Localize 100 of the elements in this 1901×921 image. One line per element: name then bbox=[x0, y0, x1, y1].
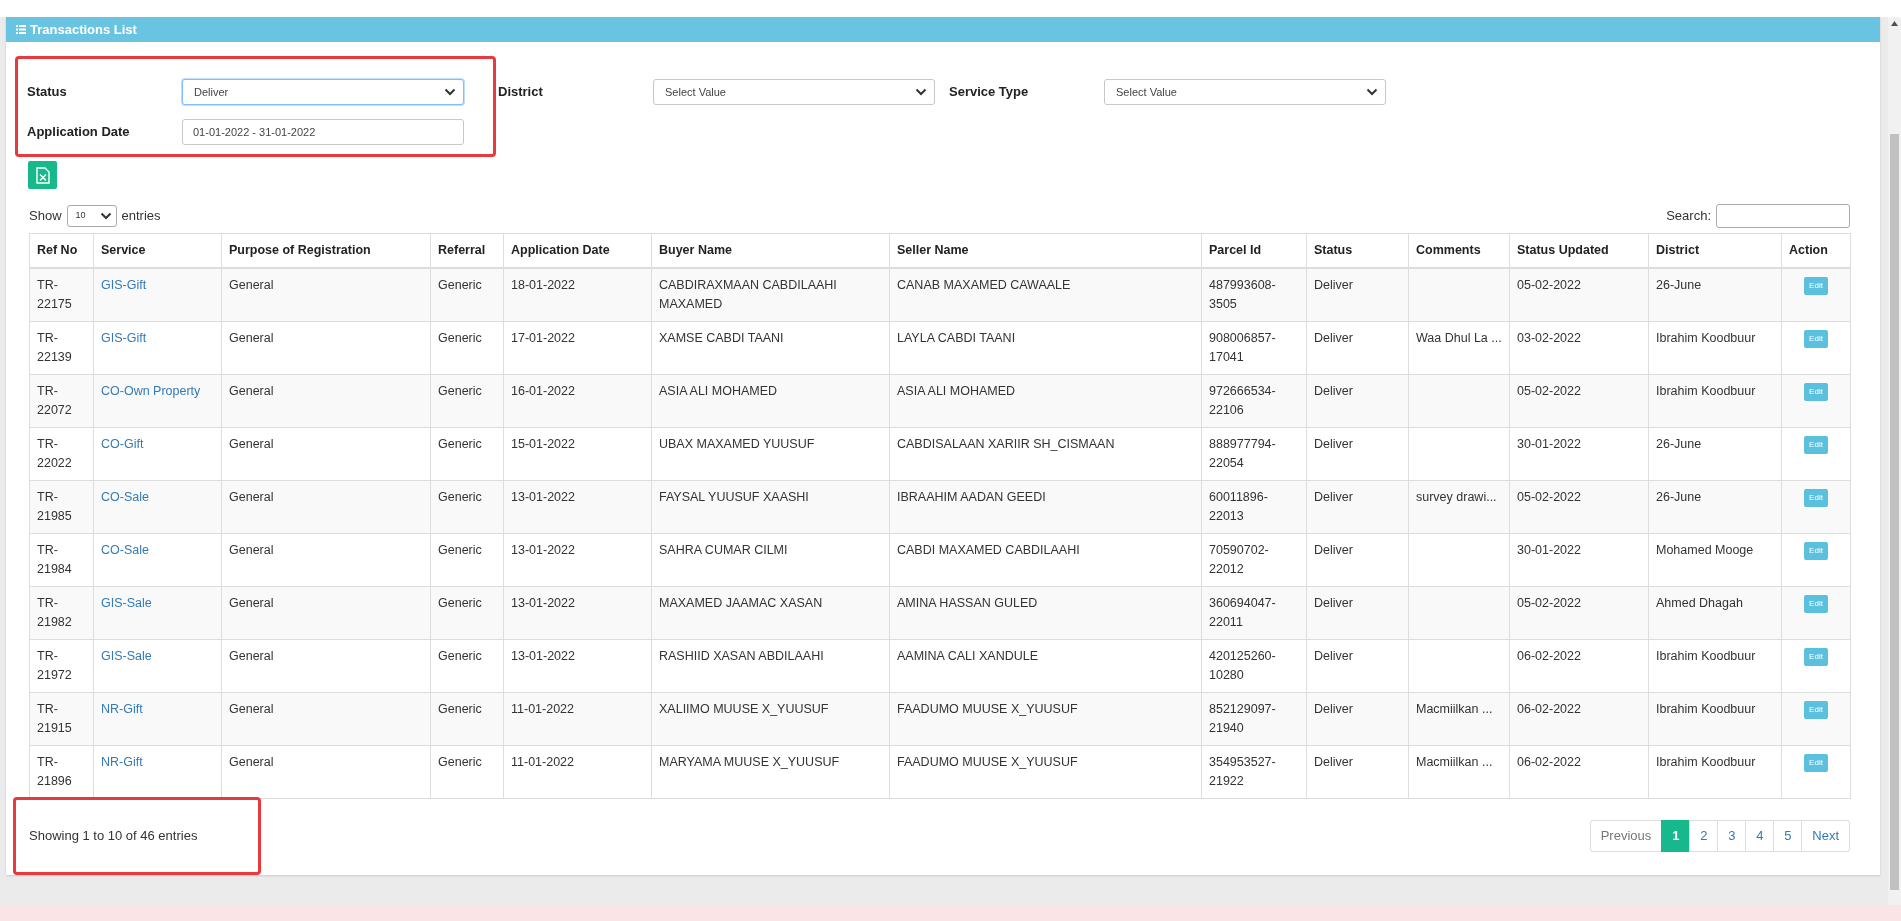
chevron-down-icon bbox=[915, 88, 927, 96]
table-cell: TR-22175 bbox=[29, 267, 94, 321]
column-header: District bbox=[1648, 233, 1782, 268]
service-link[interactable]: CO-Gift bbox=[101, 436, 144, 451]
table-cell: CABDISALAAN XARIIR SH_CISMAAN bbox=[889, 427, 1202, 480]
scrollbar[interactable] bbox=[1888, 17, 1901, 905]
table-cell: TR-21984 bbox=[29, 533, 94, 586]
select-field[interactable]: Select Value bbox=[653, 79, 935, 105]
table-cell: Generic bbox=[430, 267, 504, 321]
table-cell: 06-02-2022 bbox=[1509, 692, 1649, 745]
table-cell: TR-21915 bbox=[29, 692, 94, 745]
table-cell: 05-02-2022 bbox=[1509, 586, 1649, 639]
table-cell: TR-21985 bbox=[29, 480, 94, 533]
table-cell: FAYSAL YUUSUF XAASHI bbox=[651, 480, 890, 533]
service-link[interactable]: GIS-Sale bbox=[101, 595, 152, 610]
service-link[interactable]: CO-Sale bbox=[101, 542, 149, 557]
table-cell: 908006857-17041 bbox=[1201, 321, 1307, 374]
field-label: Service Type bbox=[949, 83, 1030, 101]
table-cell: 05-02-2022 bbox=[1509, 374, 1649, 427]
table-cell: Deliver bbox=[1306, 692, 1409, 745]
length-label: Show bbox=[29, 206, 62, 225]
table-cell: 420125260-10280 bbox=[1201, 639, 1307, 692]
table-cell: Deliver bbox=[1306, 639, 1409, 692]
scroll-up-icon bbox=[1891, 21, 1898, 26]
page-button[interactable]: 5 bbox=[1773, 819, 1803, 852]
spreadsheet-file-icon bbox=[35, 166, 50, 184]
table-cell: AMINA HASSAN GULED bbox=[889, 586, 1202, 639]
page-button[interactable]: 4 bbox=[1745, 819, 1775, 852]
service-link[interactable]: NR-Gift bbox=[101, 701, 143, 716]
table-cell: 16-01-2022 bbox=[503, 374, 652, 427]
chevron-down-icon bbox=[1366, 88, 1378, 96]
page-button[interactable]: 2 bbox=[1689, 819, 1719, 852]
column-header: Parcel Id bbox=[1201, 233, 1307, 268]
column-header: Comments bbox=[1408, 233, 1510, 268]
table-cell: General bbox=[221, 321, 431, 374]
table-cell: Deliver bbox=[1306, 480, 1409, 533]
table-cell: 05-02-2022 bbox=[1509, 480, 1649, 533]
table-cell: Macmiilkan ... bbox=[1408, 745, 1510, 798]
search-field[interactable] bbox=[1716, 203, 1850, 228]
panel-title: Transactions List bbox=[30, 20, 137, 39]
table-cell: 17-01-2022 bbox=[503, 321, 652, 374]
table-cell: Generic bbox=[430, 639, 504, 692]
service-link[interactable]: CO-Sale bbox=[101, 489, 149, 504]
table-cell: Ibrahim Koodbuur bbox=[1648, 374, 1782, 427]
list-icon bbox=[16, 25, 26, 34]
table-cell: RASHIID XASAN ABDILAAHI bbox=[651, 639, 890, 692]
table-cell: General bbox=[221, 586, 431, 639]
table-cell: TR-21982 bbox=[29, 586, 94, 639]
table-cell: ASIA ALI MOHAMED bbox=[889, 374, 1202, 427]
page-button[interactable]: 3 bbox=[1717, 819, 1747, 852]
service-link[interactable]: GIS-Gift bbox=[101, 330, 147, 345]
table-cell: Ibrahim Koodbuur bbox=[1648, 639, 1782, 692]
table-cell: 11-01-2022 bbox=[503, 692, 652, 745]
spreadsheet-export-button[interactable] bbox=[28, 161, 57, 189]
table-cell: Ibrahim Koodbuur bbox=[1648, 692, 1782, 745]
table-cell: XALIIMO MUUSE X_YUUSUF bbox=[651, 692, 890, 745]
table-cell: Macmiilkan ... bbox=[1408, 692, 1510, 745]
column-header: Service bbox=[93, 233, 222, 268]
table-cell: Deliver bbox=[1306, 374, 1409, 427]
table-cell: 13-01-2022 bbox=[503, 533, 652, 586]
page-button[interactable]: 1 bbox=[1661, 819, 1691, 852]
table-cell: CANAB MAXAMED CAWAALE bbox=[889, 267, 1202, 321]
table-cell: 26-June bbox=[1648, 267, 1782, 321]
page-nav-button[interactable]: Previous bbox=[1589, 819, 1663, 852]
page-nav-button[interactable]: Next bbox=[1801, 819, 1850, 852]
field-label: District bbox=[498, 83, 544, 101]
select-field[interactable]: Select Value bbox=[1104, 79, 1386, 105]
page-length-select[interactable]: 10 bbox=[66, 204, 117, 227]
table-cell: TR-22139 bbox=[29, 321, 94, 374]
date-range-field[interactable]: 01-01-2022 - 31-01-2022 bbox=[182, 119, 464, 145]
table-cell: 03-02-2022 bbox=[1509, 321, 1649, 374]
table-cell: FAADUMO MUUSE X_YUUSUF bbox=[889, 692, 1202, 745]
table-cell: Generic bbox=[430, 745, 504, 798]
field-label: Status bbox=[27, 83, 68, 101]
table-cell: CABDIRAXMAAN CABDILAAHI MAXAMED bbox=[651, 267, 890, 321]
table-cell: 13-01-2022 bbox=[503, 639, 652, 692]
table-cell: Mohamed Mooge bbox=[1648, 533, 1782, 586]
column-header: Application Date bbox=[503, 233, 652, 268]
table-cell: 26-June bbox=[1648, 480, 1782, 533]
table-cell: 972666534-22106 bbox=[1201, 374, 1307, 427]
service-link[interactable]: GIS-Gift bbox=[101, 277, 147, 292]
table-cell: Ahmed Dhagah bbox=[1648, 586, 1782, 639]
select-field[interactable]: Deliver bbox=[182, 79, 464, 105]
table-cell: General bbox=[221, 374, 431, 427]
field-label: Application Date bbox=[27, 123, 131, 141]
table-cell: TR-21972 bbox=[29, 639, 94, 692]
table-cell: General bbox=[221, 533, 431, 586]
table-cell: TR-22022 bbox=[29, 427, 94, 480]
table-cell: Waa Dhul La ... bbox=[1408, 321, 1510, 374]
chevron-down-icon bbox=[444, 88, 456, 96]
table-cell: TR-22072 bbox=[29, 374, 94, 427]
table-cell: General bbox=[221, 427, 431, 480]
table-cell: 487993608-3505 bbox=[1201, 267, 1307, 321]
service-link[interactable]: GIS-Sale bbox=[101, 648, 152, 663]
table-cell: IBRAAHIM AADAN GEEDI bbox=[889, 480, 1202, 533]
service-link[interactable]: NR-Gift bbox=[101, 754, 143, 769]
table-cell: 30-01-2022 bbox=[1509, 427, 1649, 480]
table-cell: Generic bbox=[430, 321, 504, 374]
column-header: Action bbox=[1781, 233, 1851, 268]
table-cell: 06-02-2022 bbox=[1509, 745, 1649, 798]
